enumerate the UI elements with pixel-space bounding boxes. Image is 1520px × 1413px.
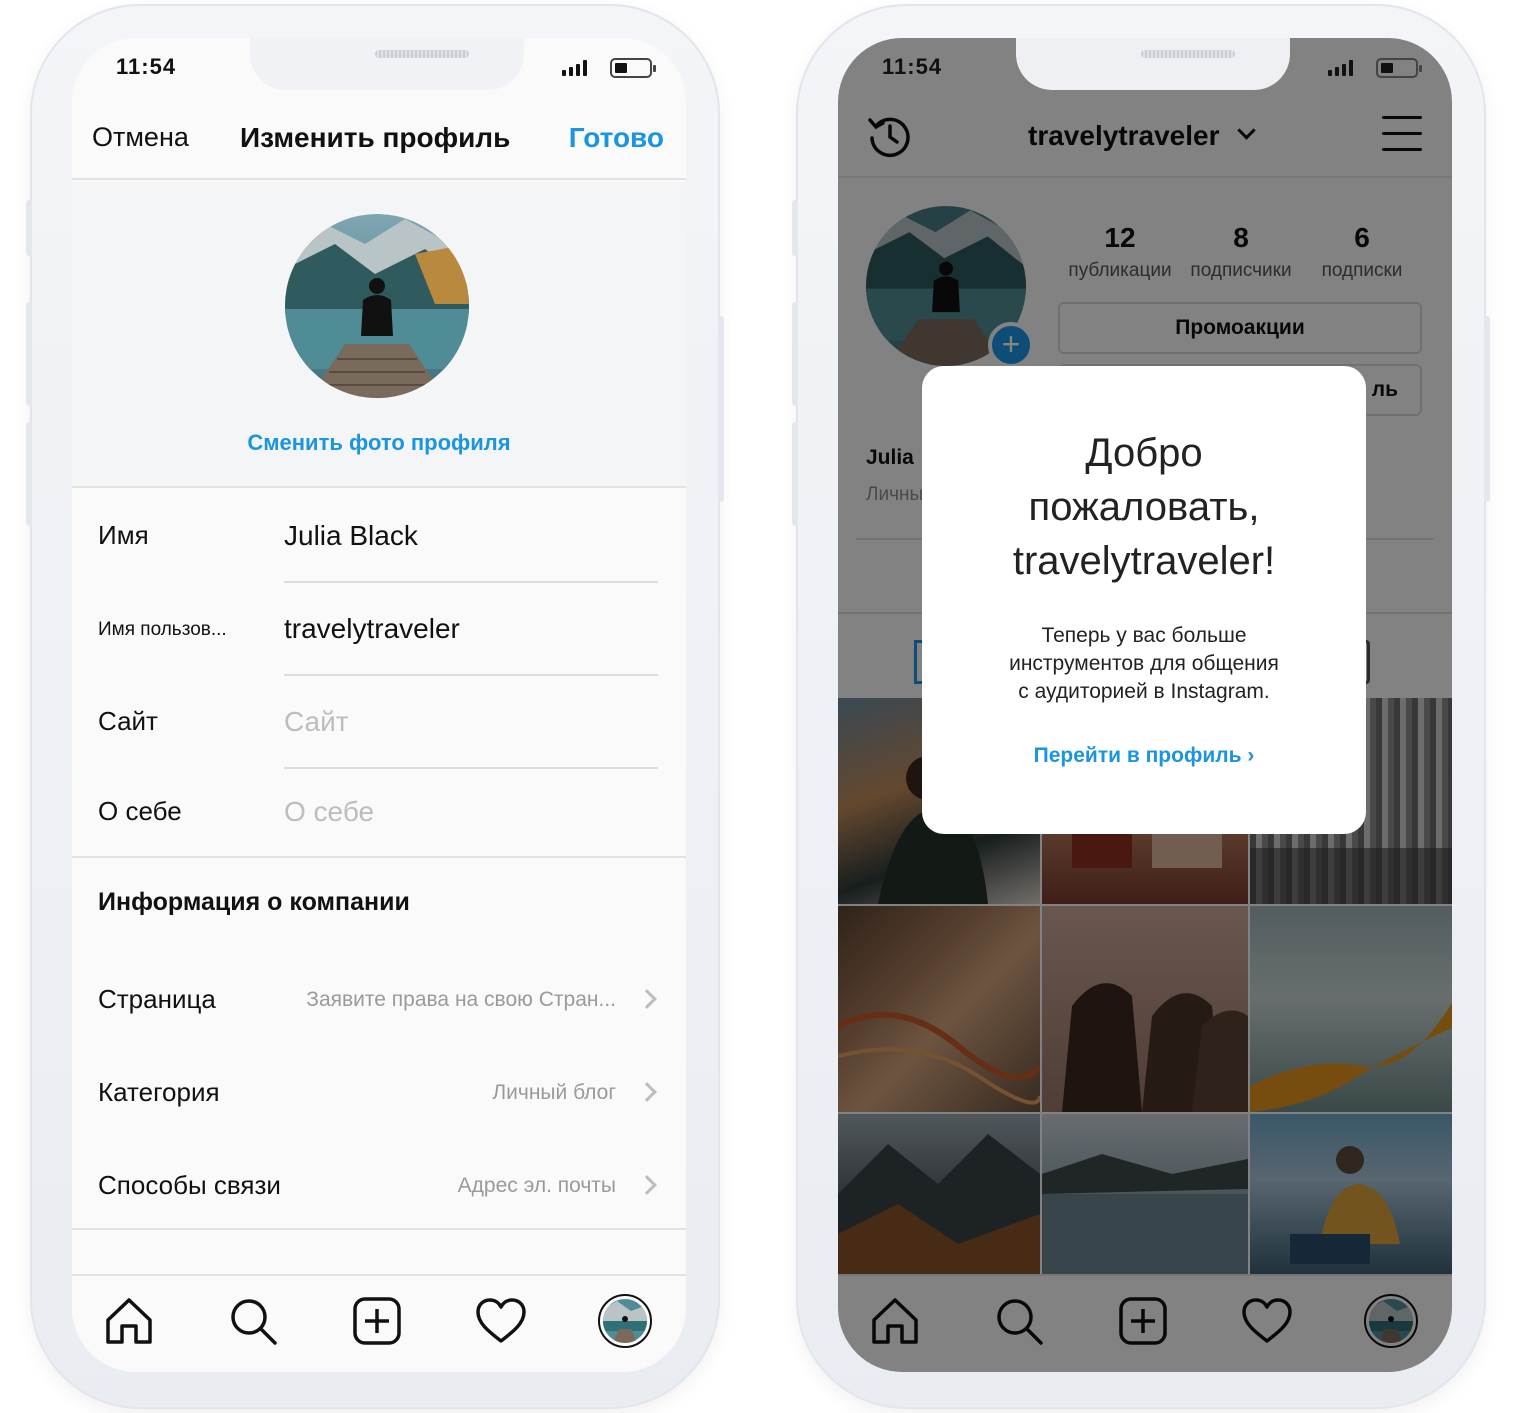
phone-edit-profile: 11:54 Отмена Изменить профиль Готово Сме… <box>26 4 724 1409</box>
profile-screen: 11:54 travelytraveler + 12 публикации 8 … <box>838 38 1452 1372</box>
bio-field[interactable]: О себе О себе <box>72 766 686 859</box>
status-time: 11:54 <box>882 54 943 79</box>
page-row-value: Заявите права на свою Стран... <box>306 988 616 1011</box>
power-button <box>1484 316 1490 502</box>
change-photo-link[interactable]: Сменить фото профиля <box>72 430 686 456</box>
page-row-label: Страница <box>98 984 216 1014</box>
website-label: Сайт <box>98 706 158 736</box>
welcome-modal: Добро пожаловать, travelytraveler! Тепер… <box>922 366 1366 834</box>
battery-icon <box>1376 58 1422 78</box>
search-icon[interactable] <box>226 1294 280 1348</box>
bio-placeholder[interactable]: О себе <box>284 796 374 828</box>
done-button[interactable]: Готово <box>569 122 664 154</box>
divider <box>72 856 686 858</box>
name-field[interactable]: Имя Julia Black <box>72 490 686 583</box>
chevron-right-icon <box>637 1175 657 1195</box>
speaker <box>375 50 469 58</box>
page-title: Изменить профиль <box>240 122 511 153</box>
category-row-value: Личный блог <box>492 1081 616 1104</box>
signal-icon <box>562 60 587 76</box>
profile-photo[interactable] <box>285 214 469 398</box>
username-label: Имя пользов... <box>98 619 227 640</box>
page: 11:54 Отмена Изменить профиль Готово Сме… <box>0 0 1520 1413</box>
go-to-profile-link[interactable]: Перейти в профиль › <box>922 744 1366 768</box>
signal-icon <box>1328 60 1353 76</box>
company-info-title: Информация о компании <box>98 888 410 916</box>
nav-bar: Отмена Изменить профиль Готово <box>72 98 686 180</box>
divider <box>72 1228 686 1230</box>
contact-row-label: Способы связи <box>98 1170 281 1200</box>
volume-up-button <box>792 302 798 406</box>
website-placeholder[interactable]: Сайт <box>284 706 349 738</box>
tab-bar <box>72 1274 686 1372</box>
edit-profile-screen: 11:54 Отмена Изменить профиль Готово Сме… <box>72 38 686 1372</box>
add-post-icon[interactable] <box>350 1294 404 1348</box>
contact-row-value: Адрес эл. почты <box>457 1174 616 1197</box>
battery-icon <box>610 58 656 78</box>
profile-photo-section: Сменить фото профиля <box>72 182 686 488</box>
mute-switch <box>792 200 798 256</box>
power-button <box>718 316 724 502</box>
chevron-right-icon <box>637 989 657 1009</box>
status-time: 11:54 <box>116 54 177 79</box>
modal-title: Добро пожаловать, travelytraveler! <box>1012 431 1276 583</box>
notch <box>250 38 524 90</box>
volume-down-button <box>792 422 798 526</box>
modal-text: Теперь у вас больше инструментов для общ… <box>1009 624 1279 703</box>
page-row[interactable]: Страница Заявите права на свою Стран... <box>72 960 686 1050</box>
username-field[interactable]: Имя пользов... travelytraveler <box>72 583 686 676</box>
phone-profile: 11:54 travelytraveler + 12 публикации 8 … <box>792 4 1490 1409</box>
username-value[interactable]: travelytraveler <box>284 613 460 645</box>
chevron-right-icon <box>637 1082 657 1102</box>
contact-options-row[interactable]: Способы связи Адрес эл. почты <box>72 1146 686 1236</box>
volume-down-button <box>26 422 32 526</box>
home-icon[interactable] <box>102 1294 156 1348</box>
bio-label: О себе <box>98 796 182 826</box>
name-value[interactable]: Julia Black <box>284 520 418 552</box>
profile-avatar[interactable] <box>598 1294 652 1348</box>
status-bar: 11:54 <box>838 38 1452 98</box>
website-field[interactable]: Сайт Сайт <box>72 676 686 769</box>
name-label: Имя <box>98 520 149 550</box>
category-row-label: Категория <box>98 1077 220 1107</box>
mute-switch <box>26 200 32 256</box>
volume-up-button <box>26 302 32 406</box>
heart-icon[interactable] <box>474 1294 528 1348</box>
category-row[interactable]: Категория Личный блог <box>72 1053 686 1143</box>
cancel-button[interactable]: Отмена <box>92 122 189 153</box>
